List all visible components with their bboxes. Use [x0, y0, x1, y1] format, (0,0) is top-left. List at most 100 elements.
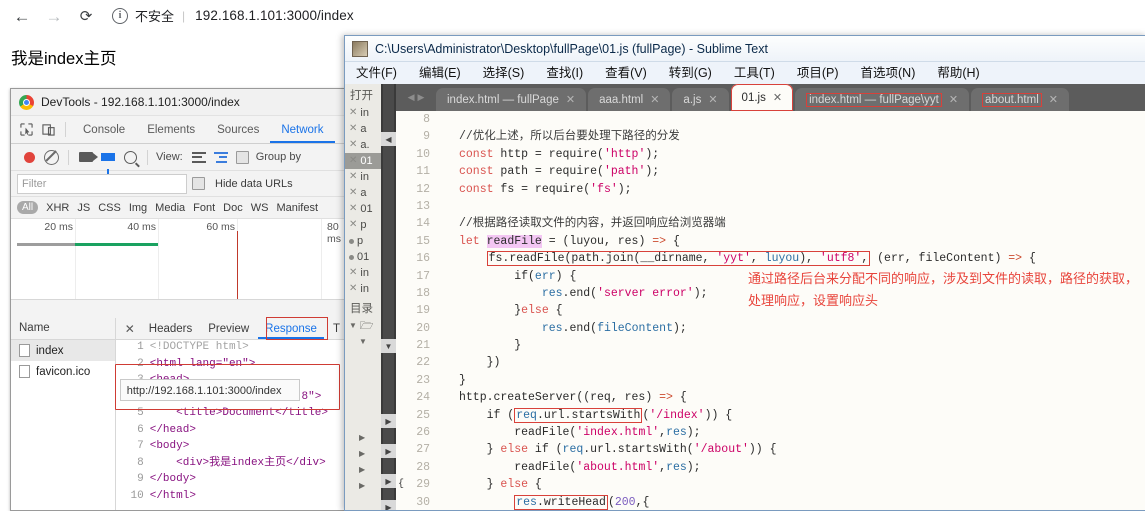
close-icon[interactable]: ✕	[650, 93, 659, 106]
request-row-favicon[interactable]: favicon.ico	[11, 361, 115, 382]
scroll-left-icon[interactable]: ◀	[381, 132, 396, 146]
sidebar-folder-child[interactable]: ▼	[345, 334, 381, 350]
type-filter-js[interactable]: JS	[77, 202, 90, 214]
close-icon[interactable]: ✕	[1049, 93, 1058, 106]
menu-selection[interactable]: 选择(S)	[472, 62, 536, 85]
sidebar-folder-child[interactable]: ▶	[345, 478, 381, 494]
chevron-down-icon[interactable]: ▼	[359, 334, 367, 350]
search-icon[interactable]	[119, 147, 141, 167]
close-icon[interactable]: ✕	[349, 105, 357, 121]
waterfall-icon[interactable]	[210, 147, 232, 167]
sidebar-file-item[interactable]: ✕ a	[345, 185, 381, 201]
sidebar-file-item[interactable]: ✕ in	[345, 105, 381, 121]
menu-find[interactable]: 查找(I)	[535, 62, 594, 85]
sidebar-file-item[interactable]: ✕ in	[345, 281, 381, 297]
sidebar-file-item[interactable]: ✕ a	[345, 121, 381, 137]
chevron-right-icon[interactable]: ▶	[418, 92, 425, 103]
menu-file[interactable]: 文件(F)	[345, 62, 408, 85]
filter-input[interactable]: Filter	[17, 173, 187, 194]
close-icon[interactable]: ✕	[773, 91, 782, 104]
close-icon[interactable]: ✕	[349, 153, 357, 169]
menu-project[interactable]: 项目(P)	[786, 62, 850, 85]
record-icon[interactable]	[18, 147, 40, 167]
detail-tab-preview[interactable]: Preview	[201, 319, 256, 339]
scroll-right-icon-3[interactable]: ▶	[381, 474, 396, 488]
type-filter-ws[interactable]: WS	[251, 202, 269, 214]
editor-tab-aaa-html[interactable]: aaa.html ✕	[588, 88, 671, 111]
menu-view[interactable]: 查看(V)	[594, 62, 658, 85]
sidebar-folder-child[interactable]: ▶	[345, 446, 381, 462]
sidebar-file-item[interactable]: ✕ 01	[345, 201, 381, 217]
scroll-right-icon-4[interactable]: ▶	[381, 500, 396, 510]
menu-tools[interactable]: 工具(T)	[723, 62, 786, 85]
device-toolbar-icon[interactable]	[37, 120, 59, 140]
sidebar-folder-child[interactable]: ▶	[345, 462, 381, 478]
close-icon[interactable]: ✕	[949, 93, 958, 106]
forward-icon[interactable]: →	[42, 4, 66, 28]
scroll-right-icon-2[interactable]: ▶	[381, 444, 396, 458]
chevron-right-icon[interactable]: ▶	[359, 430, 365, 446]
sidebar-file-item[interactable]: ✕ in	[345, 169, 381, 185]
group-by-checkbox[interactable]	[232, 147, 254, 167]
devtools-tab-console[interactable]: Console	[72, 117, 136, 143]
scroll-down-icon[interactable]: ▼	[381, 339, 396, 353]
editor-tab-about-html[interactable]: about.html ✕	[971, 88, 1069, 111]
request-row-index[interactable]: index	[11, 340, 115, 361]
close-icon[interactable]: ✕	[349, 137, 357, 153]
sidebar-file-item[interactable]: 01	[345, 249, 381, 265]
hide-data-urls-checkbox[interactable]	[187, 174, 209, 194]
detail-tab-headers[interactable]: Headers	[142, 319, 199, 339]
close-icon[interactable]: ✕	[349, 185, 357, 201]
type-filter-doc[interactable]: Doc	[223, 202, 243, 214]
sidebar-folder-root[interactable]: ▼ 🗁	[345, 318, 381, 334]
devtools-tab-elements[interactable]: Elements	[136, 117, 206, 143]
menu-goto[interactable]: 转到(G)	[658, 62, 723, 85]
sidebar-file-item[interactable]: ✕ in	[345, 265, 381, 281]
menu-help[interactable]: 帮助(H)	[926, 62, 990, 85]
clear-icon[interactable]	[40, 147, 62, 167]
close-icon[interactable]: ✕	[349, 265, 357, 281]
filter-icon[interactable]	[97, 147, 119, 174]
menu-edit[interactable]: 编辑(E)	[408, 62, 472, 85]
devtools-tab-network[interactable]: Network	[270, 117, 334, 143]
type-filter-manifest[interactable]: Manifest	[276, 202, 318, 214]
inspect-element-icon[interactable]	[15, 120, 37, 140]
close-icon[interactable]: ✕	[349, 121, 357, 137]
sidebar-scrollbar[interactable]: ◀ ▼ ▶ ▶ ▶ ▶	[381, 84, 397, 510]
chevron-right-icon[interactable]: ▶	[359, 446, 365, 462]
tab-scroll-controls[interactable]: ◀ ▶	[396, 84, 436, 111]
camera-icon[interactable]	[75, 147, 98, 167]
close-icon[interactable]: ✕	[708, 93, 717, 106]
chevron-left-icon[interactable]: ◀	[408, 92, 415, 103]
chevron-right-icon[interactable]: ▶	[359, 462, 365, 478]
fold-marker-open[interactable]: {	[398, 476, 408, 493]
editor-tab-index-html[interactable]: index.html — fullPage ✕	[436, 88, 587, 111]
type-filter-css[interactable]: CSS	[98, 202, 121, 214]
reload-icon[interactable]: ⟳	[74, 4, 98, 28]
type-filter-img[interactable]: Img	[129, 202, 147, 214]
sidebar-file-item[interactable]: ✕ p	[345, 217, 381, 233]
list-view-icon[interactable]	[188, 147, 210, 167]
info-icon[interactable]: i	[112, 7, 128, 24]
address-bar[interactable]: i 不安全 | 192.168.1.101:3000/index	[112, 3, 354, 28]
devtools-tab-sources[interactable]: Sources	[206, 117, 270, 143]
close-icon[interactable]: ✕	[349, 201, 357, 217]
type-filter-font[interactable]: Font	[193, 202, 215, 214]
chevron-down-icon[interactable]: ▼	[349, 318, 357, 334]
sidebar-file-item[interactable]: p	[345, 233, 381, 249]
close-icon[interactable]: ✕	[349, 169, 357, 185]
menu-preferences[interactable]: 首选项(N)	[850, 62, 927, 85]
sidebar-folder-child[interactable]: ▶	[345, 430, 381, 446]
sidebar-file-item[interactable]: ✕ a.	[345, 137, 381, 153]
close-icon[interactable]: ✕	[566, 93, 575, 106]
type-filter-xhr[interactable]: XHR	[46, 202, 69, 214]
close-icon[interactable]: ✕	[120, 322, 140, 336]
chevron-right-icon[interactable]: ▶	[359, 478, 365, 494]
type-filter-all[interactable]: All	[17, 201, 39, 214]
scroll-right-icon-1[interactable]: ▶	[381, 414, 396, 428]
back-icon[interactable]: ←	[10, 4, 34, 28]
sidebar-file-item-selected[interactable]: ✕ 01	[345, 153, 381, 169]
close-icon[interactable]: ✕	[349, 217, 357, 233]
close-icon[interactable]: ✕	[349, 281, 357, 297]
editor-tab-a-js[interactable]: a.js ✕	[672, 88, 729, 111]
